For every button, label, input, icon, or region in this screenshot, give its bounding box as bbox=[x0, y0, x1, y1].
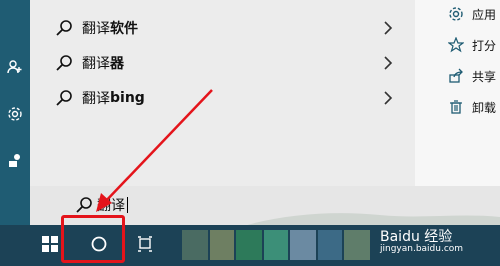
watermark: Baidu 经验 jingyan.baidu.com bbox=[380, 226, 463, 254]
watermark-subtitle: jingyan.baidu.com bbox=[380, 244, 464, 254]
watermark-title: Baidu 经验 bbox=[380, 229, 453, 245]
